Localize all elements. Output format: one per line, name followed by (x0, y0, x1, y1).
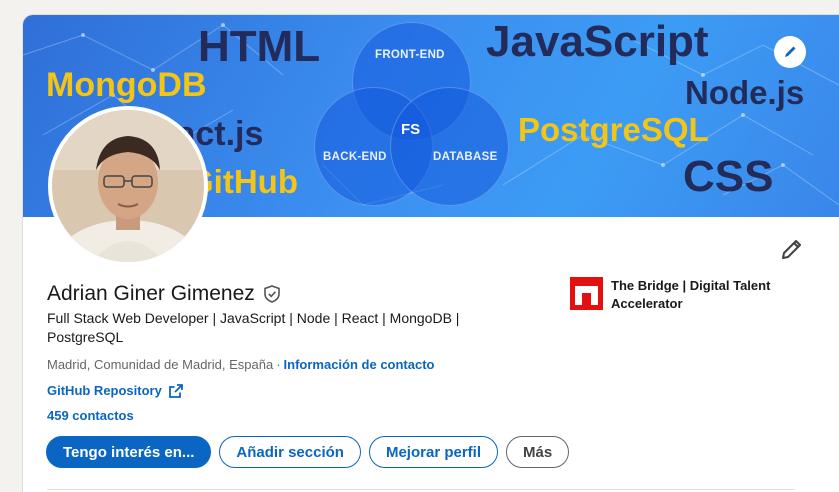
tech-label: PostgreSQL (518, 111, 709, 148)
edit-banner-button[interactable] (774, 36, 806, 68)
connections-link[interactable]: 459 contactos (47, 408, 134, 423)
profile-actions: Tengo interés en... Añadir sección Mejor… (46, 436, 570, 468)
location-row: Madrid, Comunidad de Madrid, España · Info… (47, 357, 435, 372)
profile-name: Adrian Giner Gimenez (47, 282, 255, 305)
external-link-icon (168, 383, 183, 398)
pencil-icon (785, 46, 796, 57)
repo-link-label: GitHub Repository (47, 383, 162, 398)
tech-label: MongoDB (46, 66, 207, 104)
profile-photo (52, 110, 204, 262)
venn-label-center: FS (401, 121, 421, 138)
open-to-button[interactable]: Tengo interés en... (46, 436, 212, 468)
section-divider (47, 489, 795, 490)
verified-shield-icon[interactable] (262, 284, 282, 304)
separator: · (276, 357, 281, 372)
profile-card: HTML JavaScript MongoDB Node.js PostgreS… (23, 15, 839, 492)
profile-location: Madrid, Comunidad de Madrid, España (47, 357, 274, 372)
contact-info-link[interactable]: Información de contacto (284, 357, 435, 372)
more-button[interactable]: Más (506, 436, 570, 468)
venn-label-frontend: FRONT-END (375, 49, 445, 61)
bridge-logo (570, 277, 603, 310)
venn-circle-database (390, 87, 509, 206)
current-company[interactable]: The Bridge | Digital Talent Accelerator (570, 277, 791, 313)
name-row: Adrian Giner Gimenez (47, 282, 282, 306)
edit-profile-button[interactable] (779, 238, 803, 262)
tech-label: HTML (198, 22, 321, 71)
improve-profile-button[interactable]: Mejorar perfil (368, 436, 498, 468)
github-repository-link[interactable]: GitHub Repository (47, 383, 183, 398)
venn-label-backend: BACK-END (323, 151, 387, 163)
add-section-button[interactable]: Añadir sección (219, 436, 361, 468)
tech-label: CSS (683, 152, 774, 201)
profile-headline: Full Stack Web Developer | JavaScript | … (47, 310, 460, 345)
avatar[interactable] (48, 106, 208, 266)
tech-label: JavaScript (486, 17, 709, 66)
tech-label: Node.js (685, 74, 805, 111)
company-name: The Bridge | Digital Talent Accelerator (611, 278, 771, 311)
pencil-icon (782, 240, 801, 259)
venn-label-database: DATABASE (433, 151, 498, 163)
company-logo (570, 277, 603, 310)
